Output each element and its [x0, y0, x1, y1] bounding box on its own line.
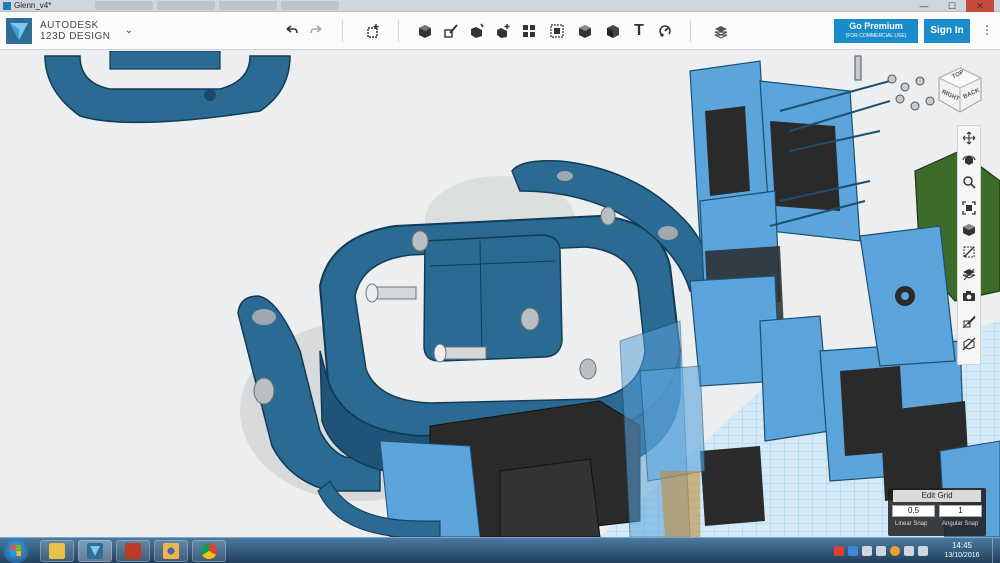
start-button[interactable] — [3, 539, 29, 563]
windows-logo-icon — [11, 545, 21, 556]
go-premium-sublabel: (FOR COMMERCIAL USE) — [845, 33, 907, 39]
brand-name: AUTODESK 123D DESIGN — [40, 21, 111, 43]
navigation-bar — [957, 125, 981, 365]
hide-sketch-icon[interactable] — [961, 314, 977, 330]
combine-icon[interactable] — [574, 20, 596, 42]
measure-icon[interactable] — [602, 20, 624, 42]
angular-snap-field[interactable]: 1 — [939, 505, 982, 517]
orbit-icon[interactable] — [961, 152, 977, 168]
primitives-icon[interactable] — [414, 20, 436, 42]
sketch-icon[interactable] — [440, 20, 462, 42]
main-toolbar: AUTODESK 123D DESIGN ⌄ T Go Premium (FOR… — [0, 12, 1000, 50]
folder-icon — [49, 543, 65, 559]
pattern-icon[interactable] — [518, 20, 540, 42]
robot-model-scene[interactable] — [0, 51, 1000, 537]
hide-mesh-icon[interactable] — [961, 336, 977, 352]
angular-snap-label: Angular Snap — [942, 521, 979, 527]
system-tray — [834, 544, 928, 558]
modify-icon[interactable] — [492, 20, 514, 42]
tray-network-icon[interactable] — [848, 546, 858, 556]
clock-time: 14:45 — [951, 541, 973, 550]
clock-date: 13/10/2016 — [944, 552, 980, 559]
tray-update-icon[interactable] — [890, 546, 900, 556]
go-premium-label: Go Premium — [849, 21, 903, 31]
materials-visibility-icon[interactable] — [961, 266, 977, 282]
close-button[interactable]: ✕ — [966, 0, 994, 12]
linear-snap-label: Linear Snap — [895, 521, 928, 527]
edit-grid-panel: Edit Grid 0.5 1 Linear Snap Angular Snap — [888, 488, 986, 536]
construct-icon[interactable] — [466, 20, 488, 42]
taskbar-explorer[interactable] — [40, 540, 74, 562]
eye-icon — [163, 543, 179, 559]
redo-icon[interactable] — [306, 20, 328, 42]
windows-taskbar: 14:45 13/10/2016 — [0, 537, 1000, 563]
title-bar: Glenn_v4* — ☐ ✕ — [0, 0, 1000, 12]
reaper-icon — [125, 543, 141, 559]
background-tabs — [95, 1, 339, 10]
snap-icon[interactable] — [654, 20, 676, 42]
go-premium-button[interactable]: Go Premium (FOR COMMERCIAL USE) — [834, 19, 918, 43]
zoom-icon[interactable] — [961, 174, 977, 190]
overflow-menu-icon[interactable]: ⋮ — [980, 24, 994, 37]
pan-icon[interactable] — [961, 130, 977, 146]
minimize-button[interactable]: — — [910, 0, 938, 12]
edit-grid-button[interactable]: Edit Grid — [893, 490, 981, 502]
taskbar-clock[interactable]: 14:45 13/10/2016 — [940, 541, 984, 560]
screenshot-icon[interactable] — [961, 288, 977, 304]
transform-icon[interactable] — [362, 20, 384, 42]
taskbar-123d-design[interactable] — [78, 540, 112, 562]
show-desktop-button[interactable] — [992, 538, 1000, 563]
tray-flag-icon[interactable] — [862, 546, 872, 556]
tray-signal-icon[interactable] — [876, 546, 886, 556]
sign-in-button[interactable]: Sign In — [924, 19, 970, 43]
app-icon — [3, 2, 11, 10]
group-icon[interactable] — [546, 20, 568, 42]
brand-line1: AUTODESK — [40, 20, 99, 31]
taskbar-reaper[interactable] — [116, 540, 150, 562]
tray-power-icon[interactable] — [918, 546, 928, 556]
brand-line2: 123D — [40, 31, 66, 42]
maximize-button[interactable]: ☐ — [938, 0, 966, 12]
undo-icon[interactable] — [280, 20, 302, 42]
brand-line2-suffix: DESIGN — [69, 31, 111, 42]
materials-icon[interactable] — [710, 20, 732, 42]
text-icon[interactable]: T — [628, 20, 650, 42]
chevron-down-icon[interactable]: ⌄ — [123, 25, 135, 37]
fit-icon[interactable] — [961, 200, 977, 216]
tray-app-icon[interactable] — [834, 546, 844, 556]
autodesk-logo-icon[interactable] — [6, 18, 32, 44]
chrome-icon — [201, 543, 217, 559]
3d-viewport[interactable]: TOP RIGHT BACK Edit Grid 0.5 1 Linear Sn… — [0, 51, 1000, 537]
linear-snap-field[interactable]: 0.5 — [892, 505, 935, 517]
tray-volume-icon[interactable] — [904, 546, 914, 556]
window-title: Glenn_v4* — [14, 1, 52, 10]
view-cube[interactable]: TOP RIGHT BACK — [936, 66, 984, 114]
view-style-icon[interactable] — [961, 222, 977, 238]
taskbar-browser-eye[interactable] — [154, 540, 188, 562]
visibility-icon[interactable] — [961, 244, 977, 260]
123d-design-icon — [87, 543, 103, 559]
taskbar-chrome[interactable] — [192, 540, 226, 562]
